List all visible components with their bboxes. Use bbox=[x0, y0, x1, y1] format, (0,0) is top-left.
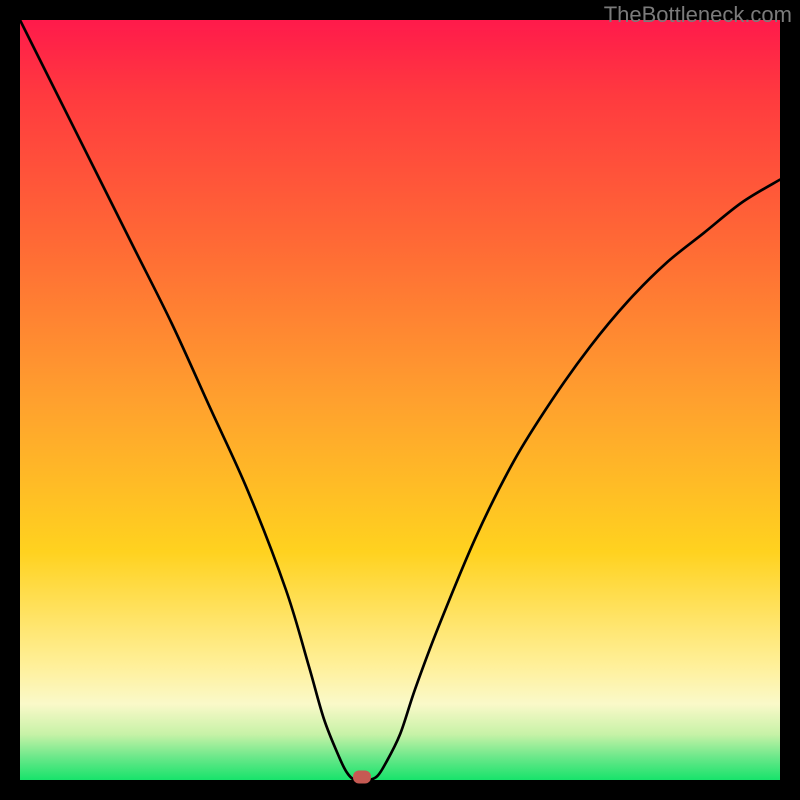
watermark-text: TheBottleneck.com bbox=[604, 2, 792, 28]
optimum-marker bbox=[353, 771, 371, 784]
bottleneck-curve bbox=[20, 20, 780, 780]
curve-svg bbox=[20, 20, 780, 780]
chart-frame: TheBottleneck.com bbox=[0, 0, 800, 800]
